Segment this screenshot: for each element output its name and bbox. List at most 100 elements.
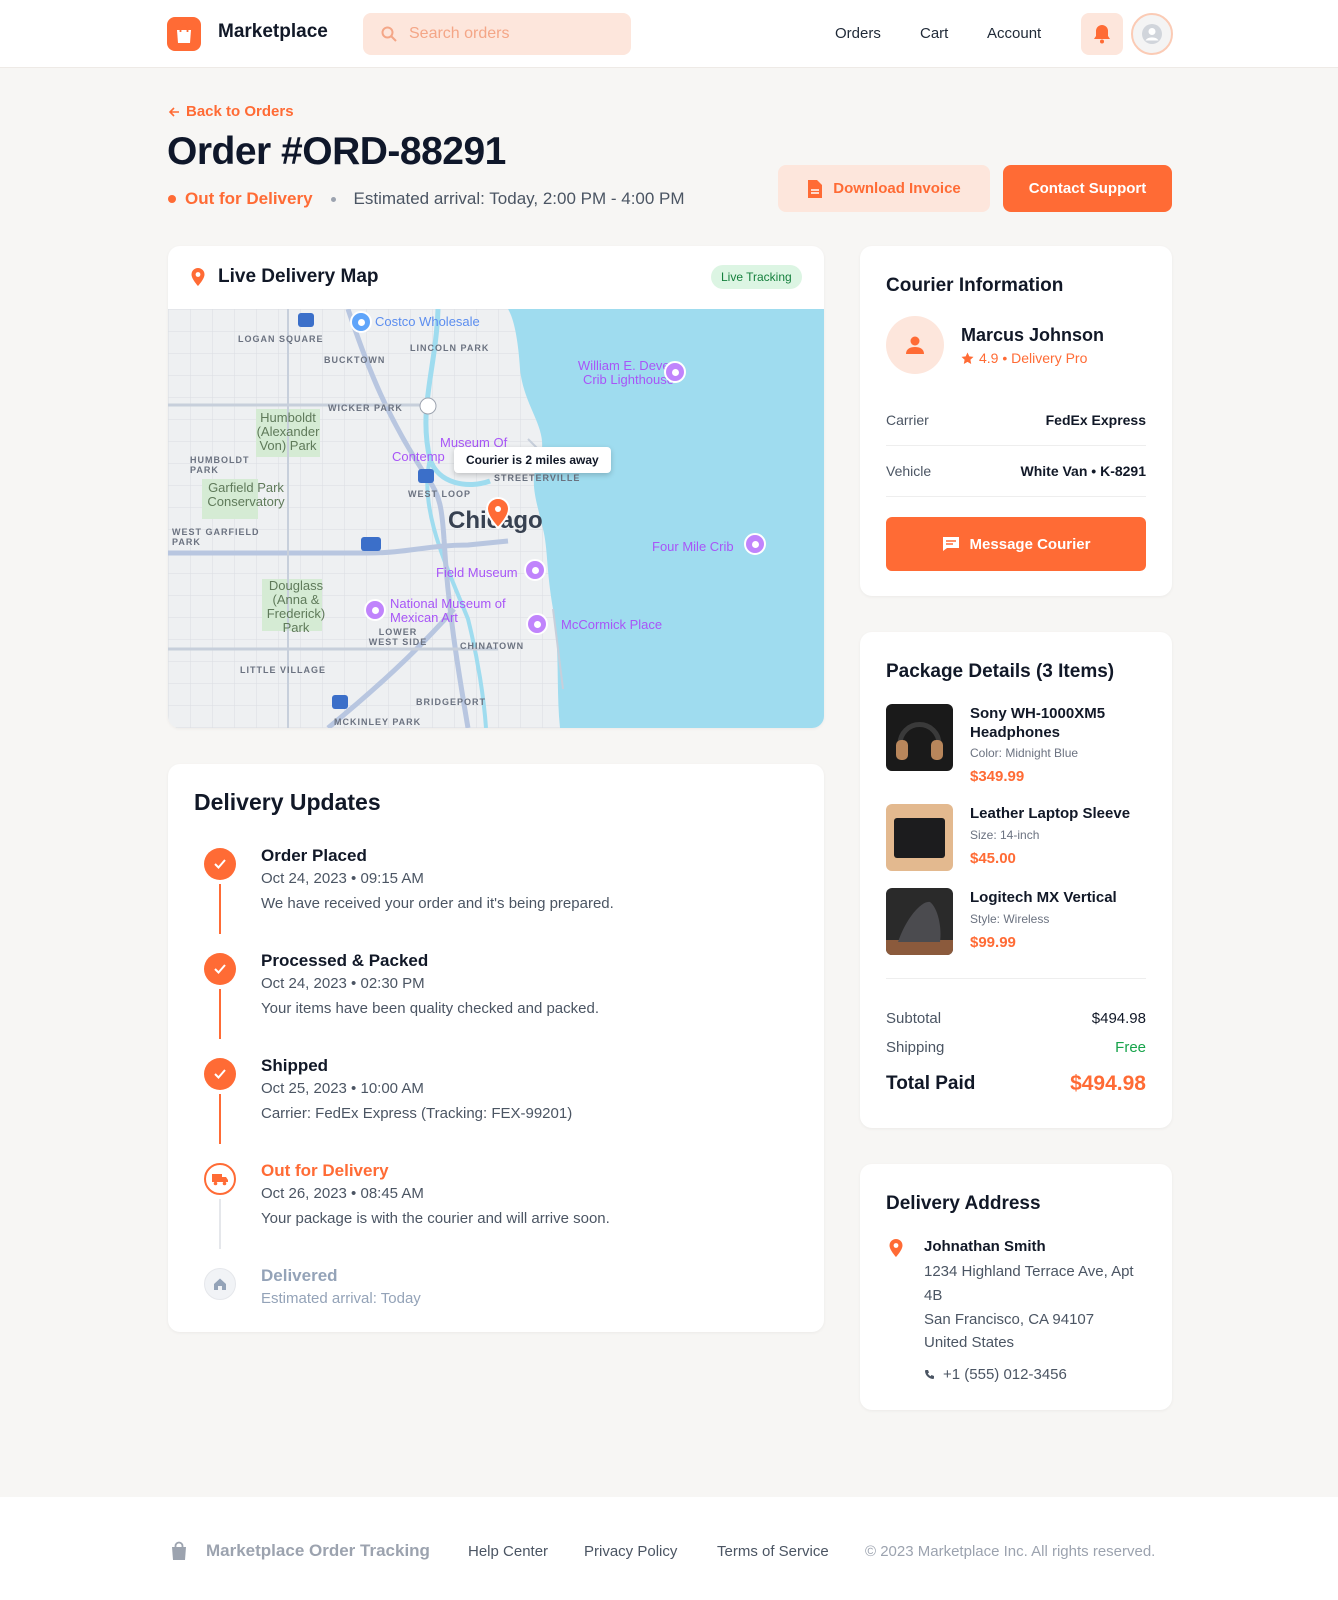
download-invoice-button[interactable]: Download Invoice — [778, 165, 990, 212]
map-district-label: LITTLE VILLAGE — [240, 665, 326, 675]
highway-shield-290 — [361, 537, 381, 551]
nav-orders[interactable]: Orders — [835, 25, 881, 42]
message-courier-label: Message Courier — [969, 535, 1091, 553]
delivery-updates-card: Delivery Updates Order Placed Oct 24, 20… — [168, 764, 824, 1332]
location-pin-icon — [888, 1238, 904, 1263]
page-title: Order #ORD-88291 — [167, 130, 506, 173]
courier-card-title: Courier Information — [886, 275, 1064, 296]
laptop-sleeve-thumbnail — [886, 804, 953, 871]
timeline-step-delivered: Delivered Estimated arrival: Today — [168, 1266, 824, 1370]
timeline-step-order-placed: Order Placed Oct 24, 2023 • 09:15 AM We … — [168, 846, 824, 950]
timeline-step-date: Oct 26, 2023 • 08:45 AM — [261, 1185, 424, 1202]
search-icon — [381, 26, 397, 42]
timeline-step-title: Order Placed — [261, 846, 367, 865]
package-item-price: $45.00 — [970, 850, 1016, 867]
check-icon — [204, 848, 236, 880]
address-line-1: 1234 Highland Terrace Ave, Apt 4B — [924, 1263, 1134, 1304]
footer-terms-link[interactable]: Terms of Service — [717, 1543, 829, 1560]
package-item-price: $349.99 — [970, 768, 1025, 785]
mccormick-place-poi-icon[interactable] — [526, 613, 548, 635]
lighthouse-poi-icon[interactable] — [664, 361, 686, 383]
map-card-header: Live Delivery Map Live Tracking — [168, 246, 824, 309]
nav-cart[interactable]: Cart — [920, 25, 948, 42]
field-museum-poi-icon[interactable] — [524, 559, 546, 581]
nav-account[interactable]: Account — [987, 25, 1041, 42]
phone-number: +1 (555) 012-3456 — [943, 1366, 1067, 1383]
shipping-value: Free — [1115, 1039, 1146, 1056]
top-navigation-bar: Marketplace Orders Cart Account — [0, 0, 1338, 68]
package-item-name: Logitech MX Vertical — [970, 889, 1117, 906]
package-item[interactable]: Sony WH-1000XM5 Headphones Color: Midnig… — [886, 704, 1146, 794]
map-place-label: William E. Dever Crib Lighthouse — [577, 358, 674, 387]
map-place-label: Contemp — [392, 449, 445, 464]
timeline-step-title: Processed & Packed — [261, 951, 429, 970]
footer-help-center-link[interactable]: Help Center — [468, 1543, 548, 1560]
mexican-art-museum-poi-icon[interactable] — [364, 599, 386, 621]
user-icon — [1142, 24, 1162, 44]
notifications-button[interactable] — [1081, 13, 1123, 55]
download-invoice-label: Download Invoice — [833, 180, 961, 197]
location-pin-icon — [191, 268, 205, 286]
message-courier-button[interactable]: Message Courier — [886, 517, 1146, 571]
map-district-label: STREETERVILLE — [494, 473, 581, 483]
footer-privacy-policy-link[interactable]: Privacy Policy — [584, 1543, 677, 1560]
timeline-connector — [219, 1199, 221, 1249]
costco-poi-icon[interactable] — [350, 311, 372, 333]
package-item-name: Sony WH-1000XM5 Headphones — [970, 705, 1106, 741]
map-place-label: McCormick Place — [561, 617, 663, 632]
delivery-truck-icon — [204, 1163, 236, 1195]
carrier-value: FedEx Express — [1045, 412, 1146, 428]
delivery-map[interactable]: LOGAN SQUARE BUCKTOWN LINCOLN PARK WICKE… — [168, 309, 824, 728]
total-label: Total Paid — [886, 1073, 976, 1094]
search-bar[interactable] — [363, 13, 631, 55]
contact-support-button[interactable]: Contact Support — [1003, 165, 1172, 212]
vehicle-value: White Van • K-8291 — [1020, 463, 1147, 479]
package-item[interactable]: Leather Laptop Sleeve Size: 14-inch $45.… — [886, 804, 1146, 874]
map-district-label: BRIDGEPORT — [416, 697, 487, 707]
four-mile-crib-poi-icon[interactable] — [744, 533, 766, 555]
map-park-label: Humboldt (Alexander Von) Park — [256, 410, 320, 453]
courier-avatar — [886, 316, 944, 374]
subtotal-value: $494.98 — [1091, 1010, 1146, 1027]
courier-distance-tooltip: Courier is 2 miles away — [454, 447, 611, 473]
page-footer: Marketplace Order Tracking Help Center P… — [0, 1497, 1338, 1600]
user-avatar[interactable] — [1131, 13, 1173, 55]
subtotal-row: Subtotal $494.98 — [886, 1010, 1146, 1027]
home-icon — [204, 1268, 236, 1300]
search-input[interactable] — [409, 25, 619, 43]
package-item-attribute: Style: Wireless — [970, 912, 1050, 926]
chat-bubble-icon — [942, 537, 959, 551]
timeline-step-title: Delivered — [261, 1266, 338, 1285]
vehicle-label: Vehicle — [886, 463, 932, 479]
map-district-label: WEST GARFIELD PARK — [172, 527, 260, 547]
footer-copyright: © 2023 Marketplace Inc. All rights reser… — [865, 1543, 1156, 1560]
person-icon — [906, 336, 924, 354]
timeline-step-shipped: Shipped Oct 25, 2023 • 10:00 AM Carrier:… — [168, 1056, 824, 1160]
brand-name[interactable]: Marketplace — [218, 21, 328, 43]
total-value: $494.98 — [1070, 1072, 1146, 1095]
timeline-step-description: We have received your order and it's bei… — [261, 895, 614, 912]
map-district-label: HUMBOLDT PARK — [190, 455, 250, 475]
map-place-label: Costco Wholesale — [375, 314, 480, 329]
shopping-bag-logo-icon[interactable] — [167, 17, 201, 51]
map-district-label: LOWER WEST SIDE — [368, 627, 428, 647]
shipping-label: Shipping — [886, 1039, 945, 1056]
timeline-connector — [219, 989, 221, 1039]
courier-name: Marcus Johnson — [961, 325, 1105, 345]
back-to-orders-link[interactable]: Back to Orders — [168, 103, 294, 120]
address-line-3: United States — [924, 1334, 1015, 1351]
map-park-label: Garfield Park Conservatory — [207, 480, 285, 509]
package-item-attribute: Size: 14-inch — [970, 828, 1040, 842]
package-item-attribute: Color: Midnight Blue — [970, 746, 1079, 760]
map-place-label: Four Mile Crib — [652, 539, 734, 554]
timeline-step-title: Out for Delivery — [261, 1161, 389, 1180]
bell-icon — [1094, 25, 1110, 44]
map-district-label: WEST LOOP — [408, 489, 471, 499]
headphones-thumbnail — [886, 704, 953, 771]
check-icon — [204, 953, 236, 985]
live-tracking-badge: Live Tracking — [711, 265, 802, 289]
package-card-title: Package Details (3 Items) — [886, 661, 1115, 682]
timeline-connector — [219, 884, 221, 934]
package-item[interactable]: Logitech MX Vertical Style: Wireless $99… — [886, 888, 1146, 958]
courier-rating-text: 4.9 • Delivery Pro — [979, 350, 1088, 366]
